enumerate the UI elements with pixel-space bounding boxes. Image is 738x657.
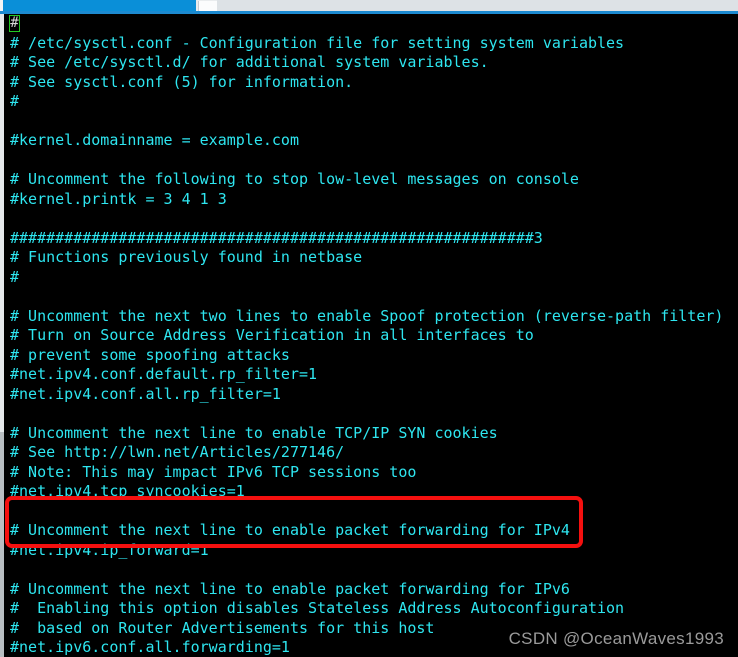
terminal-line-ipv4-forward-setting: #net.ipv4.ip_forward=1 [10,540,209,559]
titlebar-empty-area [217,0,738,11]
terminal-line: # Uncomment the next two lines to enable… [10,306,724,325]
terminal-line: # prevent some spoofing attacks [10,345,290,364]
terminal-line: # See sysctl.conf (5) for information. [10,72,354,91]
window-titlebar [0,0,738,14]
titlebar-new-tab-button[interactable] [198,1,218,11]
terminal-line: # See /etc/sysctl.d/ for additional syst… [10,53,489,71]
terminal-line: # Uncomment the following to stop low-le… [10,170,579,188]
terminal-line: # [10,92,20,110]
terminal-line: # Uncomment the next line to enable TCP/… [10,423,498,442]
terminal-line: #kernel.domainname = example.com [10,131,299,149]
terminal-window: # # /etc/sysctl.conf - Configuration fil… [0,0,738,657]
terminal-line: # Turn on Source Address Verification in… [10,326,534,344]
terminal-line-separator: ########################################… [10,228,543,247]
terminal-line: #net.ipv4.conf.all.rp_filter=1 [10,384,281,403]
watermark-text: CSDN @OceanWaves1993 [508,629,724,648]
terminal-line: # [4,14,738,34]
terminal-line: #net.ipv4.tcp_syncookies=1 [10,482,245,500]
terminal-line: # Enabling this option disables Stateles… [10,599,625,617]
terminal-line: # Note: This may impact IPv6 TCP session… [10,462,417,481]
text-cursor[interactable]: # [9,15,20,32]
terminal-line-ipv4-forward-comment: # Uncomment the next line to enable pack… [10,521,570,539]
terminal-line: # See http://lwn.net/Articles/277146/ [10,443,345,461]
terminal-line: # Functions previously found in netbase [10,248,363,266]
terminal-line: # [10,267,20,286]
terminal-line: #net.ipv4.conf.default.rp_filter=1 [10,365,318,383]
titlebar-active-tab[interactable] [3,0,196,11]
terminal-line: # /etc/sysctl.conf - Configuration file … [10,33,625,52]
terminal-line: #kernel.printk = 3 4 1 3 [10,189,227,208]
terminal-line: # Uncomment the next line to enable pack… [10,579,570,598]
terminal-content[interactable]: # # /etc/sysctl.conf - Configuration fil… [4,14,738,657]
